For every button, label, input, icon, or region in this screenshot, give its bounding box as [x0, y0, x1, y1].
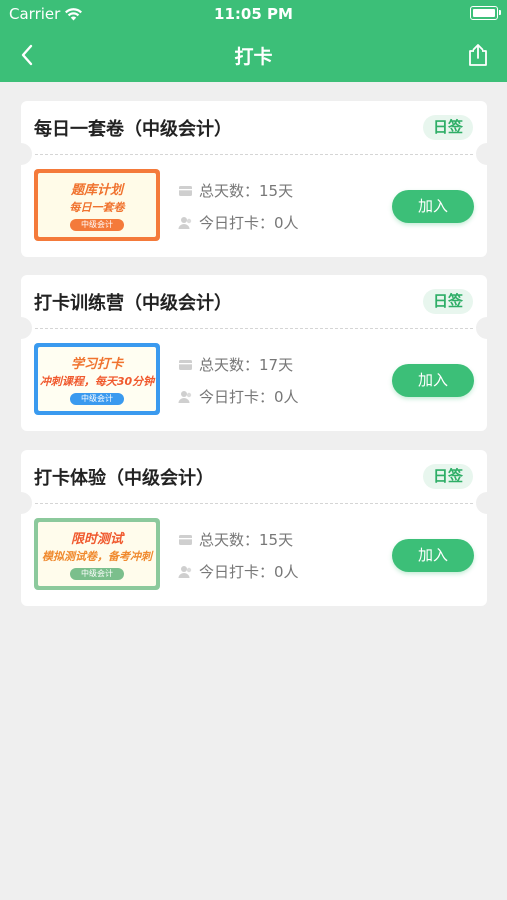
status-time: 11:05 PM	[214, 5, 293, 23]
today-checkin: 今日打卡：0人	[178, 212, 299, 233]
checkin-card[interactable]: 每日一套卷（中级会计） 日签 题库计划 每日一套卷 中级会计 总天数：15天 今…	[10, 101, 498, 257]
thumbnail-title: 学习打卡	[70, 357, 123, 372]
calendar-icon	[179, 186, 192, 196]
people-icon	[178, 217, 192, 229]
share-icon	[469, 44, 487, 66]
checkin-card[interactable]: 打卡体验（中级会计） 日签 限时测试 模拟测试卷，备考冲刺 中级会计 总天数：1…	[10, 450, 498, 606]
daily-tag: 日签	[423, 289, 473, 314]
thumbnail-subtitle: 冲刺课程，每天30分钟	[39, 375, 155, 388]
ticket-notch	[10, 492, 32, 514]
ticket-notch	[476, 317, 498, 339]
card-title: 打卡训练营（中级会计）	[34, 293, 232, 314]
ticket-notch	[476, 143, 498, 165]
calendar-icon	[179, 535, 192, 545]
thumbnail-pill: 中级会计	[70, 393, 124, 405]
calendar-icon	[179, 360, 192, 370]
thumbnail-subtitle: 每日一套卷	[69, 201, 125, 214]
today-checkin-text: 今日打卡：0人	[199, 563, 299, 581]
total-days-text: 总天数：15天	[199, 182, 294, 200]
card-title: 每日一套卷（中级会计）	[34, 119, 232, 140]
today-checkin-text: 今日打卡：0人	[199, 388, 299, 406]
share-button[interactable]	[463, 40, 493, 70]
ticket-notch	[10, 143, 32, 165]
card-thumbnail: 学习打卡 冲刺课程，每天30分钟 中级会计	[34, 343, 160, 415]
people-icon	[178, 391, 192, 403]
thumbnail-title: 限时测试	[70, 532, 123, 547]
join-button[interactable]: 加入	[392, 190, 474, 223]
total-days-text: 总天数：15天	[199, 531, 294, 549]
today-checkin-text: 今日打卡：0人	[199, 214, 299, 232]
today-checkin: 今日打卡：0人	[178, 386, 299, 407]
thumbnail-pill: 中级会计	[70, 219, 124, 231]
nav-bar: 打卡	[0, 28, 507, 82]
total-days: 总天数：15天	[178, 180, 293, 201]
ticket-notch	[476, 492, 498, 514]
total-days-text: 总天数：17天	[199, 356, 294, 374]
total-days: 总天数：17天	[178, 354, 293, 375]
thumbnail-title: 题库计划	[70, 183, 123, 198]
status-bar: Carrier 11:05 PM	[0, 0, 507, 28]
dashed-divider	[35, 154, 473, 155]
dashed-divider	[35, 328, 473, 329]
header: Carrier 11:05 PM 打卡	[0, 0, 507, 82]
join-button[interactable]: 加入	[392, 539, 474, 572]
page-title: 打卡	[234, 46, 273, 68]
people-icon	[178, 566, 192, 578]
thumbnail-pill: 中级会计	[70, 568, 124, 580]
thumbnail-subtitle: 模拟测试卷，备考冲刺	[42, 550, 152, 563]
dashed-divider	[35, 503, 473, 504]
daily-tag: 日签	[423, 115, 473, 140]
checkin-card[interactable]: 打卡训练营（中级会计） 日签 学习打卡 冲刺课程，每天30分钟 中级会计 总天数…	[10, 275, 498, 431]
ticket-notch	[10, 317, 32, 339]
today-checkin: 今日打卡：0人	[178, 561, 299, 582]
card-title: 打卡体验（中级会计）	[34, 468, 214, 489]
total-days: 总天数：15天	[178, 529, 293, 550]
daily-tag: 日签	[423, 464, 473, 489]
battery-icon	[470, 6, 501, 20]
join-button[interactable]: 加入	[392, 364, 474, 397]
card-thumbnail: 题库计划 每日一套卷 中级会计	[34, 169, 160, 241]
card-thumbnail: 限时测试 模拟测试卷，备考冲刺 中级会计	[34, 518, 160, 590]
